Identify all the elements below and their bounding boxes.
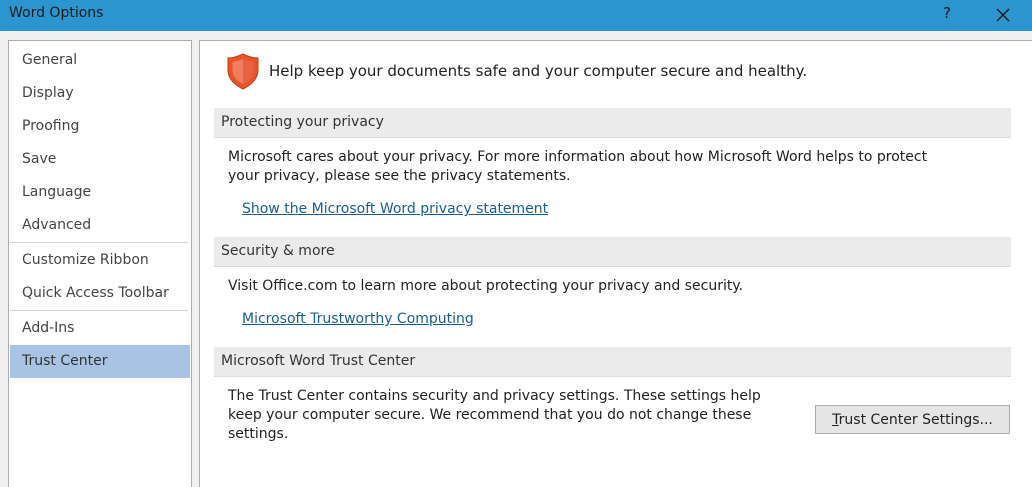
window-title: Word Options	[9, 5, 104, 21]
title-bar[interactable]: Word Options ?	[0, 0, 1032, 31]
sidebar-item-add-ins[interactable]: Add-Ins	[10, 312, 190, 345]
section-divider	[214, 266, 1011, 267]
section-header-trust-center: Microsoft Word Trust Center	[214, 347, 1011, 376]
sidebar-item-language[interactable]: Language	[10, 176, 190, 209]
help-button[interactable]: ?	[940, 4, 954, 22]
sidebar-item-display[interactable]: Display	[10, 77, 190, 110]
sidebar-item-save[interactable]: Save	[10, 143, 190, 176]
section-header-privacy: Protecting your privacy	[214, 108, 1011, 137]
sidebar-item-advanced[interactable]: Advanced	[10, 209, 190, 242]
trustworthy-computing-link[interactable]: Microsoft Trustworthy Computing	[242, 311, 474, 327]
page-headline: Help keep your documents safe and your c…	[269, 62, 808, 80]
trust-center-settings-button[interactable]: Trust Center Settings...	[815, 405, 1010, 434]
sidebar-item-proofing[interactable]: Proofing	[10, 110, 190, 143]
close-button[interactable]	[992, 5, 1014, 25]
sidebar-divider	[10, 242, 188, 243]
sidebar-item-customize-ribbon[interactable]: Customize Ribbon	[10, 244, 190, 277]
button-label: rust Center Settings...	[838, 412, 993, 428]
privacy-text-line-1: Microsoft cares about your privacy. For …	[228, 149, 928, 165]
sidebar-item-trust-center[interactable]: Trust Center	[10, 345, 190, 378]
trust-center-text-line-1: The Trust Center contains security and p…	[228, 388, 761, 404]
sidebar-item-quick-access-toolbar[interactable]: Quick Access Toolbar	[10, 277, 190, 310]
trust-center-text-line-2: keep your computer secure. We recommend …	[228, 407, 752, 423]
section-header-security: Security & more	[214, 237, 1011, 266]
trust-center-text-line-3: settings.	[228, 426, 289, 442]
close-icon	[996, 8, 1010, 22]
trust-center-panel: Help keep your documents safe and your c…	[199, 40, 1032, 487]
options-sidebar: General Display Proofing Save Language A…	[8, 40, 192, 487]
security-text-line-1: Visit Office.com to learn more about pro…	[228, 278, 744, 294]
sidebar-divider	[10, 310, 188, 311]
privacy-statement-link[interactable]: Show the Microsoft Word privacy statemen…	[242, 201, 548, 217]
section-divider	[214, 137, 1011, 138]
sidebar-item-general[interactable]: General	[10, 44, 190, 77]
privacy-text-line-2: your privacy, please see the privacy sta…	[228, 168, 571, 184]
word-options-dialog: Word Options ? General Display Proofing …	[0, 0, 1032, 487]
section-divider	[214, 376, 1011, 377]
shield-icon	[227, 53, 259, 90]
